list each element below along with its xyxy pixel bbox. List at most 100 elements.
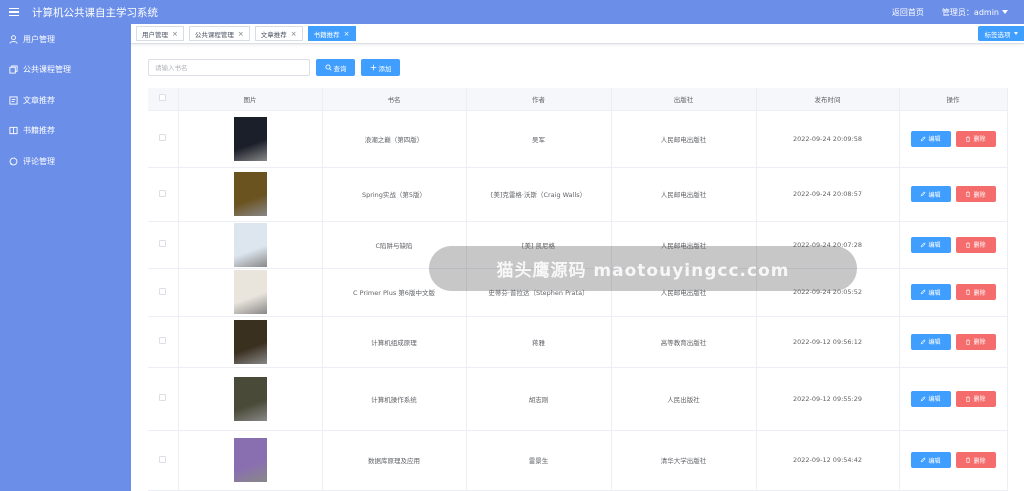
- sidebar-item-courses[interactable]: 公共课程管理: [0, 55, 131, 86]
- sidebar-item-label: 文章推荐: [23, 95, 55, 105]
- tab-books[interactable]: 书籍推荐 ×: [307, 26, 356, 41]
- delete-button[interactable]: 删除: [955, 452, 996, 468]
- edit-button[interactable]: 编辑: [910, 236, 951, 253]
- edit-icon: [921, 241, 927, 247]
- row-checkbox[interactable]: [159, 134, 167, 141]
- add-button[interactable]: 添加: [361, 59, 400, 76]
- author-cell: 吴军: [466, 110, 612, 168]
- main-content: 用户管理 × 公共课程管理 × 文章推荐 × 书籍推荐 × 标签选项 查询 添加 图片 …: [131, 24, 1024, 491]
- sidebar-item-articles[interactable]: 文章推荐: [0, 85, 131, 116]
- delete-button[interactable]: 删除: [955, 130, 996, 147]
- edit-button[interactable]: 编辑: [910, 186, 951, 202]
- row-checkbox[interactable]: [159, 455, 167, 463]
- book-icon: [9, 127, 18, 135]
- edit-button[interactable]: 编辑: [910, 452, 951, 468]
- tab-label: 公共课程管理: [194, 30, 234, 39]
- actions-cell: 编辑 删除: [899, 110, 1008, 168]
- top-bar: 计算机公共课自主学习系统 返回首页 管理员：admin: [0, 0, 1024, 24]
- sidebar-item-label: 用户管理: [23, 34, 55, 44]
- table-header-row: 图片 书名 作者 出版社 发布时间 操作: [148, 88, 1008, 111]
- table-row: Spring实战（第5版） [美]克雷格·沃斯（Craig Walls） 人民邮电出…: [148, 167, 1008, 222]
- tab-courses[interactable]: 公共课程管理 ×: [188, 26, 250, 41]
- home-link[interactable]: 返回首页: [892, 7, 924, 18]
- row-select-cell: [148, 167, 179, 222]
- row-checkbox[interactable]: [159, 240, 167, 247]
- publisher-cell: 人民邮电出版社: [611, 110, 757, 168]
- row-select-cell: [148, 268, 179, 317]
- select-all-checkbox[interactable]: [159, 94, 167, 102]
- sidebar-item-comments[interactable]: 评论管理: [0, 146, 131, 177]
- row-checkbox[interactable]: [159, 337, 167, 344]
- edit-icon: [921, 457, 927, 463]
- edit-icon: [921, 191, 927, 197]
- search-icon: [324, 64, 332, 71]
- tab-options-button[interactable]: 标签选项: [978, 26, 1024, 41]
- cover-cell: [178, 268, 323, 317]
- tab-articles[interactable]: 文章推荐 ×: [254, 26, 303, 41]
- delete-label: 删除: [973, 458, 986, 465]
- edit-button[interactable]: 编辑: [910, 333, 951, 350]
- book-title-cell: 计算机组成原理: [322, 316, 467, 368]
- book-cover-image: [233, 116, 267, 161]
- trash-icon: [966, 289, 971, 295]
- actions-cell: 编辑 删除: [899, 430, 1008, 491]
- row-checkbox[interactable]: [159, 287, 167, 295]
- app-title: 计算机公共课自主学习系统: [32, 6, 158, 19]
- sidebar-item-users[interactable]: 用户管理: [0, 24, 131, 55]
- admin-label: 管理员：admin: [941, 7, 999, 17]
- trash-icon: [966, 457, 971, 463]
- sidebar: 用户管理 公共课程管理 文章推荐 书籍推荐 评论管理: [0, 24, 131, 491]
- publisher-cell: 高等教育出版社: [611, 316, 757, 368]
- query-label: 查询: [333, 65, 347, 73]
- edit-button[interactable]: 编辑: [910, 130, 951, 147]
- trash-icon: [966, 395, 971, 402]
- column-header: 作者: [466, 88, 612, 111]
- edit-button[interactable]: 编辑: [910, 284, 951, 300]
- row-select-cell: [148, 367, 179, 431]
- actions-cell: 编辑 删除: [899, 167, 1008, 222]
- query-button[interactable]: 查询: [316, 59, 355, 76]
- comment-icon: [9, 157, 18, 166]
- book-cover-image: [233, 438, 267, 482]
- caret-down-icon: [1002, 10, 1008, 14]
- row-checkbox[interactable]: [159, 394, 167, 401]
- sidebar-item-books[interactable]: 书籍推荐: [0, 116, 131, 147]
- edit-button[interactable]: 编辑: [910, 390, 951, 407]
- close-icon[interactable]: ×: [291, 30, 297, 38]
- edit-icon: [921, 338, 927, 344]
- delete-button[interactable]: 删除: [955, 284, 996, 300]
- author-cell: 胡志刚: [466, 367, 612, 431]
- admin-dropdown[interactable]: 管理员：admin: [942, 7, 1008, 18]
- plus-icon: [370, 64, 376, 71]
- column-header: 图片: [178, 88, 323, 111]
- delete-button[interactable]: 删除: [955, 390, 996, 407]
- trash-icon: [966, 241, 971, 248]
- actions-cell: 编辑 删除: [899, 367, 1008, 431]
- delete-label: 删除: [973, 137, 986, 143]
- row-checkbox[interactable]: [159, 189, 167, 197]
- hamburger-menu-icon[interactable]: [9, 7, 19, 17]
- delete-button[interactable]: 删除: [955, 186, 996, 202]
- publish-time-cell: 2022-09-12 09:56:12: [756, 316, 900, 368]
- column-header: 出版社: [611, 88, 757, 111]
- actions-cell: 编辑 删除: [899, 268, 1008, 317]
- row-select-cell: [148, 221, 179, 269]
- delete-label: 删除: [973, 243, 986, 249]
- book-cover-image: [233, 270, 267, 314]
- close-icon[interactable]: ×: [344, 30, 350, 38]
- book-title-cell: 数据库原理及应用: [322, 430, 467, 491]
- edit-label: 编辑: [928, 137, 941, 143]
- tab-users[interactable]: 用户管理 ×: [136, 26, 184, 41]
- table-row: 浪潮之巅（第四版） 吴军 人民邮电出版社 2022-09-24 20:09:58 编辑 删…: [148, 110, 1008, 168]
- select-all-cell: [148, 88, 179, 111]
- user-icon: [9, 35, 18, 44]
- search-toolbar: 查询 添加: [148, 59, 400, 76]
- delete-button[interactable]: 删除: [955, 236, 996, 253]
- publish-time-cell: 2022-09-12 09:54:42: [756, 430, 900, 491]
- actions-cell: 编辑 删除: [899, 316, 1008, 368]
- watermark-overlay: 猫头鹰源码 maotouyingcc.com: [429, 246, 857, 291]
- book-title-search-input[interactable]: [148, 59, 310, 76]
- close-icon[interactable]: ×: [238, 30, 244, 38]
- delete-button[interactable]: 删除: [955, 333, 996, 350]
- close-icon[interactable]: ×: [172, 30, 178, 38]
